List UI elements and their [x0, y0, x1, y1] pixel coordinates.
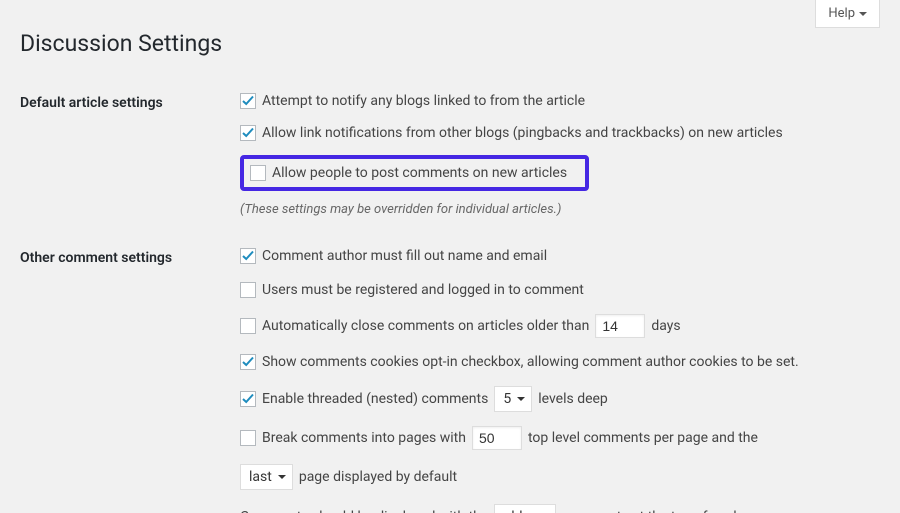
checkbox-checked-icon	[240, 93, 256, 109]
option-label: Allow people to post comments on new art…	[272, 166, 567, 180]
help-tab[interactable]: Help	[815, 0, 880, 28]
option-label-pre: Break comments into pages with	[262, 431, 466, 445]
select-value: last	[249, 470, 272, 484]
option-label-pre: Automatically close comments on articles…	[262, 319, 589, 333]
checkbox-checked-icon	[240, 248, 256, 264]
chevron-down-icon	[278, 473, 286, 481]
option-label-post: levels deep	[538, 392, 608, 406]
option-label: Allow link notifications from other blog…	[262, 126, 783, 140]
checkbox-unchecked-icon	[240, 282, 256, 298]
option-label: Users must be registered and logged in t…	[262, 283, 584, 297]
option-break-pages[interactable]: Break comments into pages with top level…	[240, 426, 870, 450]
option-name-email[interactable]: Comment author must fill out name and em…	[240, 246, 870, 266]
section-heading-default: Default article settings	[20, 81, 240, 236]
display-order-select[interactable]: older	[494, 504, 555, 513]
option-threaded[interactable]: Enable threaded (nested) comments 5 leve…	[240, 386, 870, 412]
option-auto-close[interactable]: Automatically close comments on articles…	[240, 314, 870, 338]
checkbox-unchecked-icon	[240, 318, 256, 334]
threaded-levels-select[interactable]: 5	[494, 386, 532, 412]
option-trackback[interactable]: Allow link notifications from other blog…	[240, 123, 870, 143]
option-cookies[interactable]: Show comments cookies opt-in checkbox, a…	[240, 352, 870, 372]
option-label: Comment author must fill out name and em…	[262, 249, 547, 263]
page-order-select[interactable]: last	[240, 464, 293, 490]
checkbox-unchecked-icon	[240, 430, 256, 446]
option-allow-comments-highlighted[interactable]: Allow people to post comments on new art…	[240, 155, 589, 191]
option-page-order: last page displayed by default	[240, 464, 870, 490]
page-title: Discussion Settings	[20, 30, 880, 57]
option-display-order: Comments should be displayed with the ol…	[240, 504, 870, 513]
checkbox-checked-icon	[240, 391, 256, 407]
checkbox-unchecked-icon	[250, 165, 266, 181]
chevron-down-icon	[517, 395, 525, 403]
settings-note: (These settings may be overridden for in…	[240, 203, 870, 216]
per-page-input[interactable]	[472, 426, 522, 450]
option-label-post: page displayed by default	[299, 470, 457, 484]
close-days-input[interactable]	[595, 314, 645, 338]
checkbox-checked-icon	[240, 354, 256, 370]
option-label-pre: Enable threaded (nested) comments	[262, 392, 488, 406]
section-heading-other: Other comment settings	[20, 236, 240, 513]
option-label: Show comments cookies opt-in checkbox, a…	[262, 355, 799, 369]
option-registered[interactable]: Users must be registered and logged in t…	[240, 280, 870, 300]
option-label-post: top level comments per page and the	[528, 431, 758, 445]
checkbox-checked-icon	[240, 125, 256, 141]
help-label: Help	[828, 6, 855, 21]
option-pingback[interactable]: Attempt to notify any blogs linked to fr…	[240, 91, 870, 111]
option-label-post: days	[651, 319, 680, 333]
select-value: 5	[503, 392, 511, 406]
chevron-down-icon	[859, 10, 867, 18]
option-label: Attempt to notify any blogs linked to fr…	[262, 94, 585, 108]
